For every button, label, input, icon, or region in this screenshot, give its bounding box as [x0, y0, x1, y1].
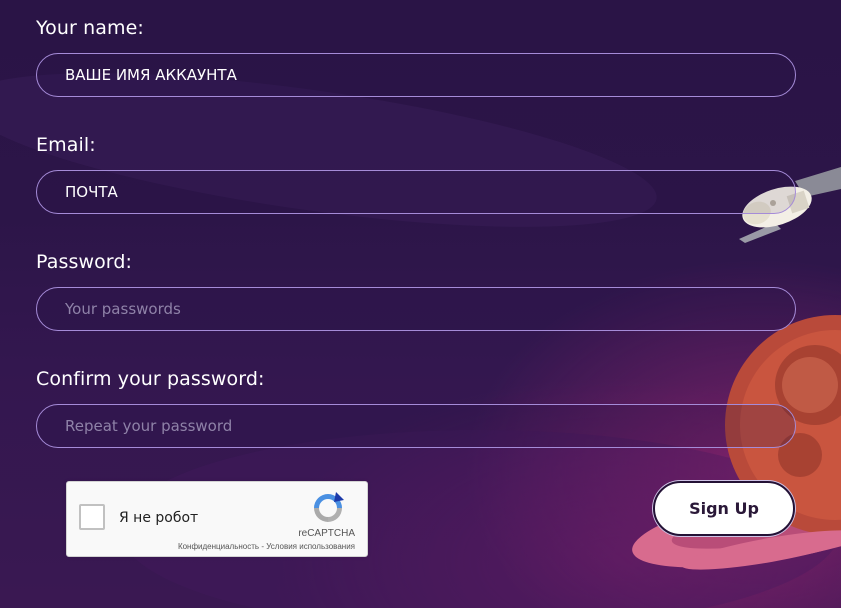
confirm-password-label: Confirm your password:	[36, 368, 265, 390]
recaptcha-logo-icon	[314, 492, 344, 522]
recaptcha-label: Я не робот	[119, 510, 199, 526]
confirm-password-field-placeholder: Repeat your password	[65, 417, 233, 435]
password-label: Password:	[36, 251, 133, 273]
password-field-placeholder: Your passwords	[65, 300, 181, 318]
confirm-password-field[interactable]: Repeat your password	[36, 404, 796, 448]
recaptcha-terms-link[interactable]: Условия использования	[266, 542, 355, 551]
email-field[interactable]: ПОЧТА	[36, 170, 796, 214]
recaptcha-brand: reCAPTCHA	[298, 528, 355, 539]
name-field-value: ВАШЕ ИМЯ АККАУНТА	[65, 66, 237, 84]
sign-up-button[interactable]: Sign Up	[653, 481, 795, 536]
name-field[interactable]: ВАШЕ ИМЯ АККАУНТА	[36, 53, 796, 97]
name-label: Your name:	[36, 17, 144, 39]
recaptcha-privacy-link[interactable]: Конфиденциальность	[178, 542, 259, 551]
email-field-value: ПОЧТА	[65, 183, 118, 201]
recaptcha-checkbox[interactable]	[79, 504, 105, 530]
password-field[interactable]: Your passwords	[36, 287, 796, 331]
recaptcha-links: Конфиденциальность - Условия использован…	[178, 542, 355, 551]
recaptcha-widget: Я не робот reCAPTCHA Конфиденциальность …	[66, 481, 368, 557]
email-label: Email:	[36, 134, 96, 156]
